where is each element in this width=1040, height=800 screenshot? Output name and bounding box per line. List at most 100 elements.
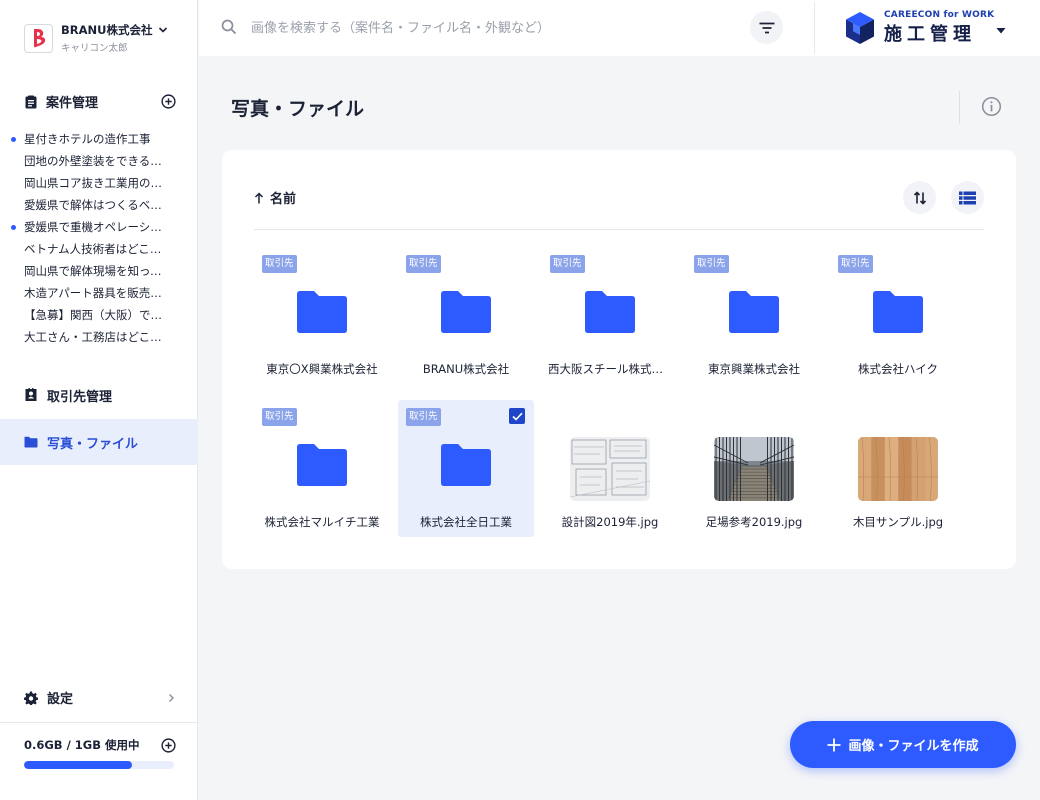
add-storage-icon[interactable] xyxy=(161,737,176,753)
folder-tile[interactable]: 取引先 株式会社マルイチ工業 xyxy=(254,400,390,537)
folder-icon xyxy=(297,444,347,486)
sidebar: BRANU株式会社 キャリコン太郎 案件管理 星付きホテルの造作工事団地の外壁塗… xyxy=(0,0,198,800)
project-list-item[interactable]: 団地の外壁塗装をできる職人 xyxy=(0,150,198,172)
file-name: 株式会社全日工業 xyxy=(420,515,512,529)
caret-down-icon xyxy=(996,28,1006,34)
folder-icon xyxy=(585,291,635,333)
sort-label: 名前 xyxy=(270,192,297,207)
file-name: 株式会社ハイク xyxy=(857,362,939,376)
folder-tile[interactable]: 取引先西大阪スチール株式会社 xyxy=(542,247,678,384)
filter-icon xyxy=(759,22,774,33)
search-input[interactable] xyxy=(251,14,731,42)
project-name: ベトナム人技術者はどこですか xyxy=(24,242,170,256)
project-list-item[interactable]: 木造アパート器具を販売する人 xyxy=(0,282,198,304)
user-name: キャリコン太郎 xyxy=(61,43,128,54)
selection-checkbox[interactable] xyxy=(509,408,525,424)
folder-tile[interactable]: 取引先 株式会社全日工業 xyxy=(398,400,534,537)
client-badge: 取引先 xyxy=(694,255,729,273)
project-name: 岡山県コア抜き工業用のスタッフ xyxy=(24,176,170,190)
project-list-item[interactable]: 岡山県コア抜き工業用のスタッフ xyxy=(0,172,198,194)
nav-files[interactable]: 写真・ファイル xyxy=(0,419,198,465)
arrow-up-icon xyxy=(254,191,264,203)
projects-section-label[interactable]: 案件管理 xyxy=(46,92,98,111)
clipboard-icon xyxy=(25,95,37,108)
careecon-logo-icon xyxy=(846,12,874,44)
project-name: 【急募】関西（大阪）での工事 xyxy=(24,308,170,322)
card-divider xyxy=(254,229,984,230)
wood-thumbnail xyxy=(858,437,938,501)
search-icon xyxy=(221,19,237,35)
sort-order-button[interactable] xyxy=(903,181,936,214)
project-name: 団地の外壁塗装をできる職人 xyxy=(24,154,170,168)
brand-name: 施工管理 xyxy=(884,24,976,45)
folder-icon xyxy=(24,436,38,448)
client-badge: 取引先 xyxy=(838,255,873,273)
image-tile[interactable]: 木目サンプル.jpg xyxy=(830,400,966,537)
folder-tile[interactable]: 取引先東京興業株式会社 xyxy=(686,247,822,384)
project-list-item[interactable]: 星付きホテルの造作工事 xyxy=(0,128,198,150)
chevron-down-icon xyxy=(159,27,168,33)
file-name: 西大阪スチール株式会社 xyxy=(548,362,672,376)
project-name: 岡山県で解体現場を知っている方 xyxy=(24,264,170,278)
nav-settings[interactable]: 設定 xyxy=(24,688,176,707)
list-view-button[interactable] xyxy=(951,181,984,214)
file-name: 足場参考2019.jpg xyxy=(705,515,803,529)
project-list-item[interactable]: 岡山県で解体現場を知っている方 xyxy=(0,260,198,282)
files-card: 名前 取引先 東京〇X興業株式会社 取引先 BRANU株式会社 取引先 西大阪スチール株式… xyxy=(222,150,1016,569)
filter-button[interactable] xyxy=(750,11,783,44)
top-bar-divider xyxy=(814,2,815,54)
top-bar: CAREECON for WORK 施工管理 xyxy=(199,0,1040,56)
folder-icon xyxy=(297,291,347,333)
app-switcher[interactable]: CAREECON for WORK 施工管理 xyxy=(845,10,1006,46)
file-name: 木目サンプル.jpg xyxy=(852,515,944,529)
image-tile[interactable]: 設計図2019年.jpg xyxy=(542,400,678,537)
nav-files-label: 写真・ファイル xyxy=(47,436,139,452)
title-divider xyxy=(959,91,960,124)
file-name: BRANU株式会社 xyxy=(422,362,510,376)
nav-clients-label: 取引先管理 xyxy=(47,389,113,405)
company-switcher[interactable]: BRANU株式会社 キャリコン太郎 xyxy=(24,22,168,54)
client-badge: 取引先 xyxy=(262,255,297,273)
project-name: 星付きホテルの造作工事 xyxy=(24,132,151,146)
blueprint-thumbnail xyxy=(570,437,650,501)
chevron-right-icon xyxy=(169,693,174,702)
add-project-icon[interactable] xyxy=(161,94,176,109)
project-list-item[interactable]: 愛媛県で重機オペレーション xyxy=(0,216,198,238)
client-badge: 取引先 xyxy=(550,255,585,273)
page-title: 写真・ファイル xyxy=(231,98,365,120)
project-name: 木造アパート器具を販売する人 xyxy=(24,286,170,300)
client-badge: 取引先 xyxy=(406,255,441,273)
folder-tile[interactable]: 取引先株式会社ハイク xyxy=(830,247,966,384)
company-name: BRANU株式会社 xyxy=(61,23,153,37)
checkmark-icon xyxy=(511,412,523,421)
folder-icon xyxy=(873,291,923,333)
file-name: 東京興業株式会社 xyxy=(708,362,800,376)
project-list-item[interactable]: 愛媛県で解体はつくるベテラン xyxy=(0,194,198,216)
project-list-item[interactable]: 大工さん・工務店はどこですか xyxy=(0,326,198,348)
folder-icon xyxy=(441,291,491,333)
project-list-item[interactable]: 【急募】関西（大阪）での工事 xyxy=(0,304,198,326)
folder-tile[interactable]: 取引先 BRANU株式会社 xyxy=(398,247,534,384)
sort-by-name[interactable]: 名前 xyxy=(254,188,296,207)
project-list: 星付きホテルの造作工事団地の外壁塗装をできる職人岡山県コア抜き工業用のスタッフ愛… xyxy=(0,128,198,348)
project-list-item[interactable]: ベトナム人技術者はどこですか xyxy=(0,238,198,260)
create-file-label: 画像・ファイルを作成 xyxy=(848,739,979,754)
folder-tile[interactable]: 取引先東京〇X興業株式会社 xyxy=(254,247,390,384)
unread-dot-icon xyxy=(11,225,16,230)
info-icon[interactable] xyxy=(981,96,1002,117)
storage-usage-text: 0.6GB / 1GB 使用中 xyxy=(24,738,140,752)
file-name: 株式会社マルイチ工業 xyxy=(264,515,380,529)
file-name: 東京〇X興業株式会社 xyxy=(266,362,378,376)
create-file-button[interactable]: 画像・ファイルを作成 xyxy=(790,721,1016,768)
plus-icon xyxy=(827,738,841,751)
image-tile[interactable]: 足場参考2019.jpg xyxy=(686,400,822,537)
file-name: 設計図2019年.jpg xyxy=(561,515,659,529)
gear-icon xyxy=(24,691,38,705)
brand-tagline: CAREECON for WORK xyxy=(884,10,995,20)
nav-clients[interactable]: 取引先管理 xyxy=(0,372,198,418)
company-logo xyxy=(24,23,53,53)
folder-icon xyxy=(441,444,491,486)
storage-progress-bar xyxy=(24,761,174,769)
contacts-book-icon xyxy=(25,388,37,401)
list-view-icon xyxy=(959,191,976,204)
